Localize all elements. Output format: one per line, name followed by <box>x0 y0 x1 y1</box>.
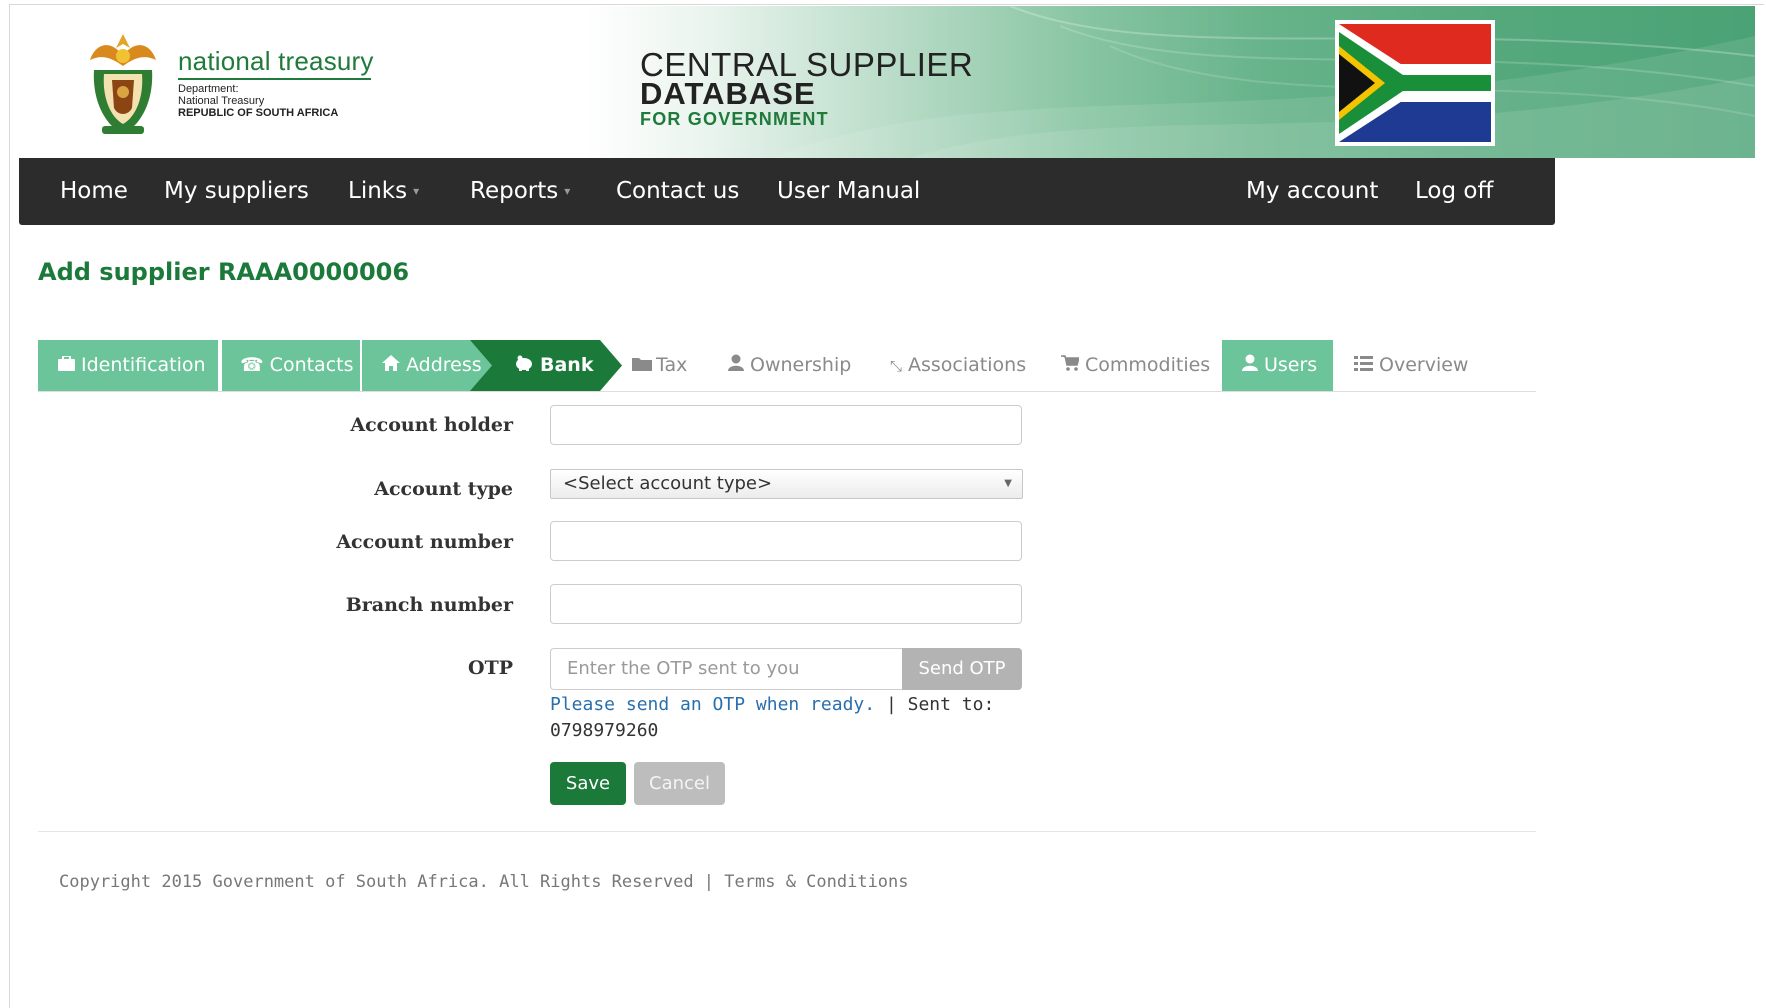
account-type-select[interactable]: <Select account type> ▼ <box>550 469 1023 499</box>
terms-link[interactable]: Terms & Conditions <box>724 872 908 892</box>
page-title: Add supplier RAAA0000006 <box>38 258 410 286</box>
nav-links-dropdown[interactable]: Links ▾ <box>348 158 419 225</box>
caret-down-icon: ▾ <box>564 184 571 198</box>
department-line: National Treasury <box>178 95 265 107</box>
footer-divider <box>38 831 1536 832</box>
otp-input[interactable]: Enter the OTP sent to you <box>550 648 902 690</box>
send-otp-button[interactable]: Send OTP <box>902 648 1022 690</box>
site-title-line2: DATABASE <box>640 76 816 111</box>
nav-label: Contact us <box>616 178 740 204</box>
phone-icon: ☎ <box>240 354 264 376</box>
copyright-text: Copyright 2015 Government of South Afric… <box>59 872 725 892</box>
tab-bank[interactable]: Bank <box>514 340 593 391</box>
branch-number-input[interactable] <box>550 584 1022 624</box>
nav-contact-us[interactable]: Contact us <box>616 158 739 225</box>
nav-label: Reports <box>470 178 559 204</box>
tab-ownership[interactable]: Ownership <box>728 340 851 391</box>
tab-label: Tax <box>656 354 688 376</box>
tab-label: Commodities <box>1085 354 1211 376</box>
folder-icon <box>632 340 654 391</box>
main-nav: Home My suppliers Links ▾ Reports ▾ Contac… <box>19 158 1555 225</box>
tab-label: Identification <box>81 354 206 376</box>
tab-associations[interactable]: ⤡ Associations <box>890 340 1026 391</box>
coat-of-arms-logo <box>90 34 156 134</box>
south-africa-flag-icon <box>1335 20 1495 146</box>
department-text: Department: National Treasury REPUBLIC O… <box>178 83 338 119</box>
header-banner: national treasury Department: National T… <box>10 6 1755 158</box>
cart-icon <box>1061 340 1080 391</box>
caret-down-icon: ▾ <box>413 184 420 198</box>
tab-users[interactable]: Users <box>1222 340 1333 391</box>
save-button[interactable]: Save <box>550 762 626 805</box>
otp-help-text: Please send an OTP when ready. | Sent to… <box>550 692 994 744</box>
cancel-button[interactable]: Cancel <box>634 762 725 805</box>
nav-label: My suppliers <box>164 178 309 204</box>
account-holder-label: Account holder <box>350 414 513 436</box>
nav-log-off[interactable]: Log off <box>1415 158 1493 225</box>
link-icon: ⤡ <box>890 357 903 375</box>
otp-phone-number: 0798979260 <box>550 720 659 741</box>
list-icon <box>1354 340 1373 391</box>
account-type-label: Account type <box>374 478 513 500</box>
nav-my-account[interactable]: My account <box>1246 158 1378 225</box>
tab-commodities[interactable]: Commodities <box>1061 340 1210 391</box>
nav-my-suppliers[interactable]: My suppliers <box>164 158 309 225</box>
treasury-divider <box>178 78 371 80</box>
account-number-input[interactable] <box>550 521 1022 561</box>
nav-label: Log off <box>1415 178 1494 204</box>
send-otp-link[interactable]: Please send an OTP when ready. <box>550 694 875 715</box>
treasury-name: national treasury <box>178 46 374 76</box>
dropdown-arrow-icon: ▼ <box>1004 478 1012 489</box>
tab-tax[interactable]: Tax <box>632 340 687 391</box>
otp-sent-to-label: | Sent to: <box>875 694 995 715</box>
home-icon <box>382 340 400 391</box>
tab-label: Associations <box>908 354 1027 376</box>
tab-label: Contacts <box>269 354 354 376</box>
department-line: Department: <box>178 83 239 95</box>
nav-label: Home <box>60 178 128 204</box>
department-line: REPUBLIC OF SOUTH AFRICA <box>178 107 339 119</box>
site-title-line3: FOR GOVERNMENT <box>640 109 829 129</box>
tab-overview[interactable]: Overview <box>1354 340 1468 391</box>
nav-label: My account <box>1246 178 1379 204</box>
account-number-label: Account number <box>336 531 513 553</box>
account-type-selected: <Select account type> <box>563 473 773 494</box>
tab-contacts[interactable]: ☎ Contacts <box>222 340 360 391</box>
nav-label: Links <box>348 178 408 204</box>
wizard-tabs: Identification ☎ Contacts Address Bank Ta… <box>38 340 1536 392</box>
otp-label: OTP <box>468 657 513 679</box>
nav-home[interactable]: Home <box>60 158 128 225</box>
user-icon <box>728 340 744 391</box>
tab-label: Users <box>1264 354 1318 376</box>
tab-label: Bank <box>540 354 594 376</box>
tab-label: Overview <box>1379 354 1469 376</box>
piggy-bank-icon <box>514 340 534 391</box>
branch-number-label: Branch number <box>345 594 513 616</box>
tab-identification[interactable]: Identification <box>38 340 218 391</box>
nav-label: User Manual <box>777 178 921 204</box>
tab-label: Ownership <box>750 354 852 376</box>
user-icon <box>1242 340 1258 391</box>
briefcase-icon <box>58 340 75 391</box>
nav-user-manual[interactable]: User Manual <box>777 158 920 225</box>
footer: Copyright 2015 Government of South Afric… <box>59 872 909 892</box>
account-holder-input[interactable] <box>550 405 1022 445</box>
nav-reports-dropdown[interactable]: Reports ▾ <box>470 158 570 225</box>
